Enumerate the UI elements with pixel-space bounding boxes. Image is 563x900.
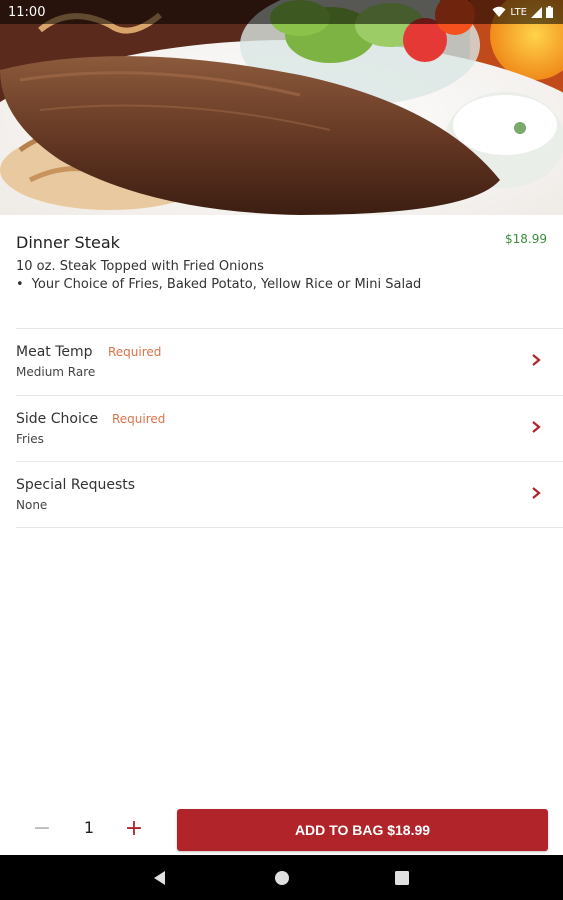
status-bar: 11:00 LTE bbox=[0, 0, 563, 24]
chevron-right-icon bbox=[532, 420, 541, 433]
signal-icon bbox=[531, 6, 542, 18]
recents-icon[interactable] bbox=[392, 868, 412, 888]
option-title: Meat Temp bbox=[16, 344, 93, 360]
required-badge: Required bbox=[108, 345, 162, 359]
bullet-marker: • bbox=[16, 277, 24, 292]
option-title: Side Choice bbox=[16, 410, 99, 427]
item-price: $18.99 bbox=[505, 232, 547, 246]
status-icons: LTE bbox=[492, 6, 553, 18]
home-icon[interactable] bbox=[272, 868, 292, 888]
screen: 11:00 LTE Dinner Steak $18.99 10 oz. Ste… bbox=[0, 0, 563, 900]
network-label: LTE bbox=[510, 6, 527, 18]
option-row-meat-temp[interactable]: Meat Temp Required Medium Rare bbox=[16, 328, 563, 395]
required-badge: Required bbox=[112, 411, 166, 426]
quantity-plus-button[interactable]: + bbox=[122, 817, 146, 841]
back-icon[interactable] bbox=[150, 868, 170, 888]
item-name: Dinner Steak bbox=[16, 233, 120, 252]
item-info: Dinner Steak $18.99 10 oz. Steak Topped … bbox=[0, 215, 563, 328]
steak-image bbox=[0, 0, 563, 215]
wifi-icon bbox=[492, 6, 506, 17]
quantity-value: 1 bbox=[83, 818, 95, 837]
option-title: Special Requests bbox=[16, 477, 136, 493]
chevron-right-icon bbox=[532, 487, 541, 499]
add-to-bag-button[interactable]: ADD TO BAG $18.99 bbox=[177, 809, 548, 851]
chevron-right-icon bbox=[532, 354, 541, 366]
item-bullet-text: Your Choice of Fries, Baked Potato, Yell… bbox=[31, 277, 422, 292]
quantity-minus-button[interactable]: − bbox=[30, 817, 54, 841]
system-nav-bar bbox=[0, 855, 563, 900]
item-description: 10 oz. Steak Topped with Fried Onions bbox=[16, 259, 264, 274]
item-photo bbox=[0, 0, 563, 215]
option-row-side-choice[interactable]: Side Choice Required Fries bbox=[16, 394, 563, 462]
battery-icon bbox=[546, 6, 553, 18]
option-row-special-requests[interactable]: Special Requests None bbox=[16, 461, 563, 528]
item-bullet-line: • Your Choice of Fries, Baked Potato, Ye… bbox=[16, 277, 421, 292]
status-time: 11:00 bbox=[8, 4, 46, 20]
option-list: Meat Temp Required Medium Rare Side Choi… bbox=[16, 328, 563, 528]
option-value: Fries bbox=[16, 431, 44, 446]
option-value: None bbox=[16, 498, 48, 512]
option-value: Medium Rare bbox=[16, 365, 96, 379]
order-bar: − 1 + ADD TO BAG $18.99 bbox=[0, 805, 563, 855]
